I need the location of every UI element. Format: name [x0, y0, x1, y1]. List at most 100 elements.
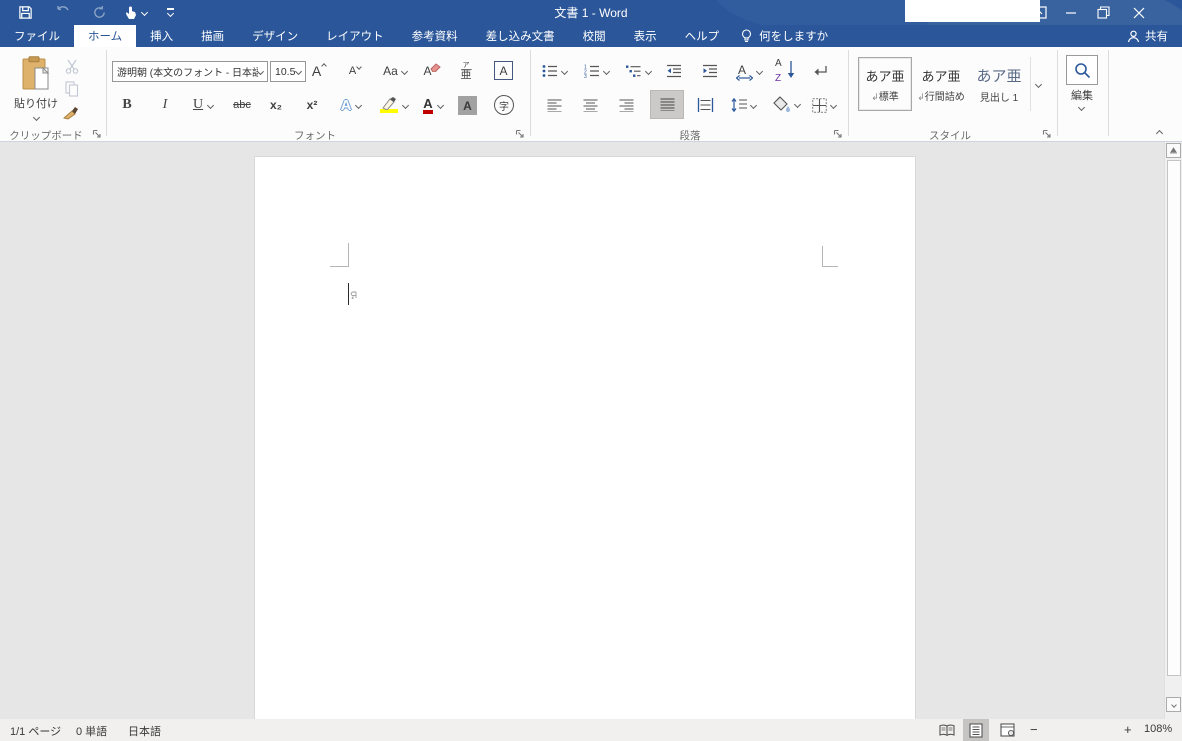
web-layout-icon: [999, 723, 1015, 737]
print-layout-button[interactable]: [963, 719, 989, 741]
zoom-out-button[interactable]: −: [1030, 722, 1038, 737]
minimize-button[interactable]: [1056, 0, 1086, 25]
margin-crop-mark-top-left: [330, 266, 348, 267]
distribute-button[interactable]: [692, 94, 718, 116]
style-heading1[interactable]: あア亜 見出し 1: [970, 57, 1028, 111]
paragraph-dialog-launcher[interactable]: [833, 129, 843, 139]
font-color-button[interactable]: A: [418, 94, 448, 116]
align-right-button[interactable]: [614, 94, 638, 116]
undo-button[interactable]: [52, 3, 74, 21]
highlight-color-button[interactable]: [376, 94, 412, 116]
change-case-button[interactable]: Aa: [380, 60, 410, 82]
redo-button[interactable]: [88, 3, 110, 21]
style-no-spacing[interactable]: あア亜 ↲行間詰め: [914, 57, 968, 111]
language-indicator[interactable]: 日本語: [128, 723, 161, 739]
qat-customize-button[interactable]: [162, 3, 178, 21]
underline-button[interactable]: U: [188, 94, 218, 116]
document-area[interactable]: [0, 142, 1182, 719]
margin-crop-mark-top-right: [822, 266, 838, 267]
document-page[interactable]: [255, 157, 915, 719]
bullets-button[interactable]: [538, 60, 570, 82]
align-center-button[interactable]: [578, 94, 602, 116]
italic-button[interactable]: I: [154, 94, 176, 116]
svg-text:3: 3: [584, 74, 587, 78]
bold-button[interactable]: B: [116, 94, 138, 116]
minimize-icon: [1066, 11, 1076, 14]
web-layout-button[interactable]: [994, 719, 1020, 741]
tab-draw[interactable]: 描画: [187, 25, 238, 47]
tab-view[interactable]: 表示: [620, 25, 671, 47]
line-spacing-button[interactable]: [726, 94, 760, 116]
ribbon-display-options-button[interactable]: [1024, 0, 1054, 25]
tab-design[interactable]: デザイン: [238, 25, 312, 47]
increase-indent-icon: [703, 64, 717, 78]
superscript-button[interactable]: x²: [300, 94, 324, 116]
copy-button[interactable]: [62, 80, 82, 98]
justify-icon: [660, 98, 674, 111]
enclose-characters-button[interactable]: 字: [494, 95, 514, 115]
zoom-in-button[interactable]: +: [1124, 722, 1132, 737]
paste-button[interactable]: 貼り付け: [12, 56, 60, 128]
tab-references[interactable]: 参考資料: [398, 25, 472, 47]
subscript-button[interactable]: x₂: [264, 94, 288, 116]
decrease-indent-button[interactable]: [662, 60, 686, 82]
page-count[interactable]: 1/1 ページ: [10, 723, 61, 739]
character-border-button[interactable]: A: [494, 61, 513, 80]
borders-button[interactable]: [808, 94, 840, 116]
cut-button[interactable]: [62, 57, 82, 75]
pilcrow-mark: ↲: [871, 91, 879, 102]
font-size-combo[interactable]: 10.5: [270, 61, 306, 82]
tab-mailings[interactable]: 差し込み文書: [472, 25, 569, 47]
styles-dialog-launcher[interactable]: [1042, 129, 1052, 139]
tell-me-box[interactable]: 何をしますか: [733, 25, 836, 47]
numbering-button[interactable]: 123: [580, 60, 612, 82]
save-button[interactable]: [14, 3, 36, 21]
bold-icon: B: [122, 97, 132, 112]
word-count[interactable]: 0 単語: [76, 723, 107, 739]
zoom-level[interactable]: 108%: [1144, 723, 1172, 735]
tab-file[interactable]: ファイル: [0, 25, 74, 47]
close-button[interactable]: [1124, 0, 1154, 25]
shrink-font-button[interactable]: A: [344, 60, 366, 82]
scrollbar-thumb[interactable]: [1167, 160, 1181, 676]
increase-indent-button[interactable]: [698, 60, 722, 82]
clear-formatting-button[interactable]: A: [420, 60, 444, 82]
share-button[interactable]: 共有: [1127, 25, 1168, 47]
shading-button[interactable]: [768, 92, 804, 116]
phonetic-guide-button[interactable]: ア 亜: [455, 58, 477, 84]
justify-button[interactable]: [650, 90, 684, 119]
character-shading-button[interactable]: A: [458, 96, 477, 115]
scrollbar-down-button[interactable]: [1166, 697, 1181, 712]
strikethrough-button[interactable]: abc: [228, 94, 256, 116]
touch-mouse-mode-button[interactable]: [120, 3, 150, 21]
font-name-combo[interactable]: 游明朝 (本文のフォント - 日本語): [112, 61, 268, 82]
style-normal[interactable]: あア亜 ↲標準: [858, 57, 912, 111]
tab-insert[interactable]: 挿入: [136, 25, 187, 47]
chevron-down-icon: [294, 67, 303, 76]
chevron-down-icon: [1034, 80, 1043, 88]
tab-layout[interactable]: レイアウト: [312, 25, 398, 47]
grow-font-button[interactable]: A: [308, 60, 330, 82]
asian-layout-button[interactable]: A: [732, 60, 766, 82]
restore-button[interactable]: [1088, 0, 1118, 25]
formatting-marks-button[interactable]: [808, 60, 832, 82]
scrollbar-top-button[interactable]: [1166, 143, 1181, 158]
font-group-label: フォント: [294, 130, 336, 142]
font-dialog-launcher[interactable]: [515, 129, 525, 139]
vertical-scrollbar[interactable]: [1164, 142, 1182, 719]
read-mode-icon: [939, 724, 955, 736]
sort-button[interactable]: A Z: [772, 58, 798, 84]
clipboard-dialog-launcher[interactable]: [92, 129, 102, 139]
align-left-button[interactable]: [542, 94, 566, 116]
multilevel-list-button[interactable]: [622, 60, 654, 82]
editing-search-button[interactable]: [1066, 55, 1098, 85]
tab-home[interactable]: ホーム: [74, 25, 137, 47]
text-effects-button[interactable]: A: [336, 94, 366, 116]
tab-review[interactable]: 校閲: [569, 25, 620, 47]
read-mode-button[interactable]: [934, 719, 960, 741]
format-painter-button[interactable]: [60, 103, 82, 121]
tab-help[interactable]: ヘルプ: [671, 25, 734, 47]
editing-group-button[interactable]: 編集: [1060, 88, 1104, 102]
styles-more-button[interactable]: [1030, 57, 1046, 111]
collapse-ribbon-button[interactable]: [1155, 129, 1164, 138]
